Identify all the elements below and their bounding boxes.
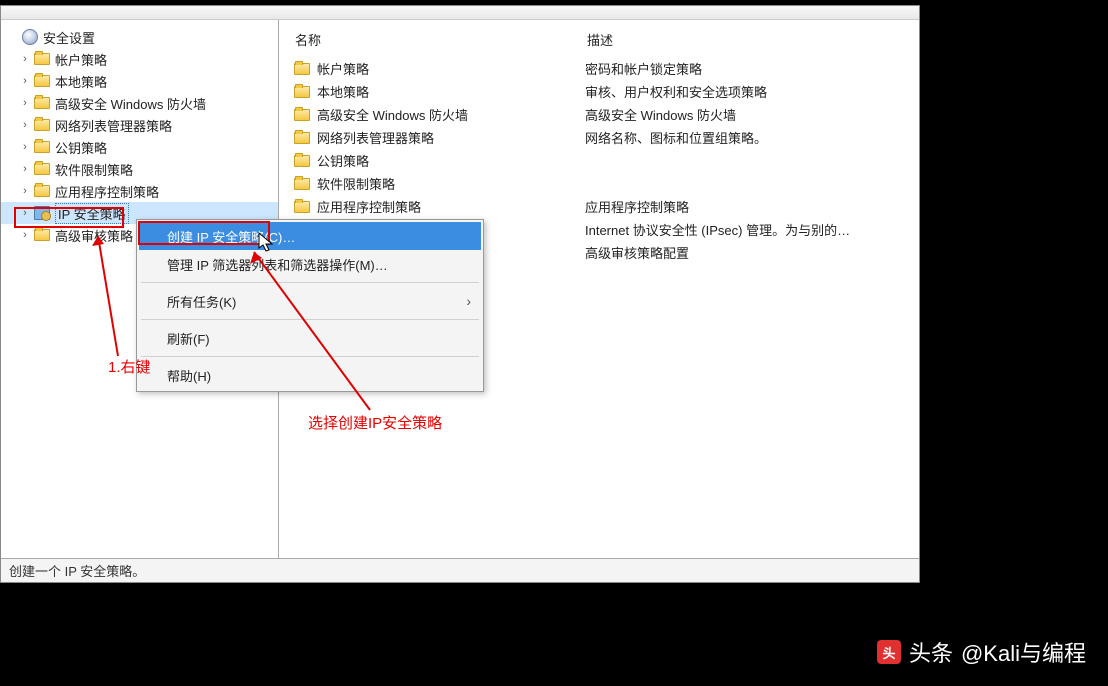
list-item-desc: Internet 协议安全性 (IPsec) 管理。为与别的… bbox=[585, 218, 905, 241]
expander-icon[interactable]: › bbox=[19, 119, 31, 131]
tree-item-label: 应用程序控制策略 bbox=[55, 182, 159, 201]
menu-item[interactable]: 管理 IP 筛选器列表和筛选器操作(M)… bbox=[139, 250, 481, 278]
folder-icon bbox=[33, 161, 51, 177]
name-header[interactable]: 名称 bbox=[293, 26, 557, 57]
list-item[interactable]: 高级安全 Windows 防火墙 bbox=[293, 103, 557, 126]
watermark-handle: @Kali与编程 bbox=[961, 636, 1086, 668]
tree-item[interactable]: › 本地策略 bbox=[1, 70, 278, 92]
tree-item-label: 高级审核策略 bbox=[55, 226, 133, 245]
tree-item-label: 本地策略 bbox=[55, 72, 107, 91]
folder-icon bbox=[293, 61, 311, 77]
list-item-name: 本地策略 bbox=[317, 82, 369, 101]
expander-icon[interactable]: › bbox=[19, 207, 31, 219]
list-item-name: 高级安全 Windows 防火墙 bbox=[317, 105, 468, 124]
list-item-name: 帐户策略 bbox=[317, 59, 369, 78]
list-item-desc: 高级安全 Windows 防火墙 bbox=[585, 103, 905, 126]
folder-icon bbox=[293, 153, 311, 169]
list-item-desc: 审核、用户权利和安全选项策略 bbox=[585, 80, 905, 103]
list-item[interactable]: 软件限制策略 bbox=[293, 172, 557, 195]
list-item[interactable]: 应用程序控制策略 bbox=[293, 195, 557, 218]
folder-icon bbox=[33, 95, 51, 111]
list-item[interactable]: 本地策略 bbox=[293, 80, 557, 103]
tree-item-label: 软件限制策略 bbox=[55, 160, 133, 179]
toutiao-logo-icon: 头 bbox=[877, 640, 901, 664]
menu-item[interactable]: 创建 IP 安全策略(C)… bbox=[139, 222, 481, 250]
folder-icon bbox=[293, 199, 311, 215]
folder-icon bbox=[33, 117, 51, 133]
tree-item-label: 帐户策略 bbox=[55, 50, 107, 69]
menu-separator bbox=[141, 356, 479, 357]
folder-icon bbox=[33, 183, 51, 199]
tree-item-label: 网络列表管理器策略 bbox=[55, 116, 172, 135]
expander-icon[interactable]: › bbox=[19, 141, 31, 153]
desc-column: 描述 密码和帐户锁定策略审核、用户权利和安全选项策略高级安全 Windows 防… bbox=[571, 20, 919, 558]
list-item-desc bbox=[585, 149, 905, 172]
list-item-name: 公钥策略 bbox=[317, 151, 369, 170]
ip-policy-icon bbox=[33, 205, 51, 221]
list-item[interactable]: 网络列表管理器策略 bbox=[293, 126, 557, 149]
list-item-desc: 密码和帐户锁定策略 bbox=[585, 57, 905, 80]
list-item[interactable]: 帐户策略 bbox=[293, 57, 557, 80]
folder-icon bbox=[293, 130, 311, 146]
menu-item[interactable]: 帮助(H) bbox=[139, 361, 481, 389]
menu-separator bbox=[141, 282, 479, 283]
tree-item-label: 高级安全 Windows 防火墙 bbox=[55, 94, 206, 113]
folder-icon bbox=[293, 107, 311, 123]
tree-root[interactable]: 安全设置 bbox=[1, 26, 278, 48]
watermark: 头 头条 @Kali与编程 bbox=[877, 636, 1086, 668]
context-menu[interactable]: 创建 IP 安全策略(C)…管理 IP 筛选器列表和筛选器操作(M)… 所有任务(… bbox=[136, 219, 484, 392]
tree-item-label: IP 安全策略 bbox=[55, 203, 129, 224]
folder-icon bbox=[33, 51, 51, 67]
tree-item[interactable]: › 帐户策略 bbox=[1, 48, 278, 70]
tree-item[interactable]: › 软件限制策略 bbox=[1, 158, 278, 180]
folder-icon bbox=[33, 227, 51, 243]
tree-item[interactable]: › 公钥策略 bbox=[1, 136, 278, 158]
tree-item[interactable]: › 应用程序控制策略 bbox=[1, 180, 278, 202]
watermark-prefix: 头条 bbox=[909, 636, 953, 668]
folder-icon bbox=[33, 73, 51, 89]
list-item-desc bbox=[585, 172, 905, 195]
folder-icon bbox=[293, 176, 311, 192]
menu-separator bbox=[141, 319, 479, 320]
list-item[interactable]: 公钥策略 bbox=[293, 149, 557, 172]
tree-root-label: 安全设置 bbox=[43, 28, 95, 47]
expander-icon[interactable]: › bbox=[19, 229, 31, 241]
expander-icon[interactable]: › bbox=[19, 185, 31, 197]
expander-icon[interactable]: › bbox=[19, 53, 31, 65]
expander-icon[interactable]: › bbox=[19, 163, 31, 175]
status-bar: 创建一个 IP 安全策略。 bbox=[1, 558, 919, 582]
tree-item-label: 公钥策略 bbox=[55, 138, 107, 157]
folder-icon bbox=[33, 139, 51, 155]
list-item-desc: 应用程序控制策略 bbox=[585, 195, 905, 218]
menu-item[interactable]: 所有任务(K) bbox=[139, 287, 481, 315]
status-text: 创建一个 IP 安全策略。 bbox=[9, 561, 145, 580]
list-item-name: 网络列表管理器策略 bbox=[317, 128, 434, 147]
desc-header[interactable]: 描述 bbox=[585, 26, 905, 57]
menu-item[interactable]: 刷新(F) bbox=[139, 324, 481, 352]
expander-icon[interactable]: › bbox=[19, 75, 31, 87]
tree-item[interactable]: › 网络列表管理器策略 bbox=[1, 114, 278, 136]
expander-icon[interactable]: › bbox=[19, 97, 31, 109]
tree-item[interactable]: › 高级安全 Windows 防火墙 bbox=[1, 92, 278, 114]
list-item-desc: 高级审核策略配置 bbox=[585, 241, 905, 264]
list-item-name: 应用程序控制策略 bbox=[317, 197, 421, 216]
toolbar bbox=[1, 6, 919, 20]
list-item-name: 软件限制策略 bbox=[317, 174, 395, 193]
list-item-desc: 网络名称、图标和位置组策略。 bbox=[585, 126, 905, 149]
folder-icon bbox=[293, 84, 311, 100]
root-icon bbox=[21, 29, 39, 45]
